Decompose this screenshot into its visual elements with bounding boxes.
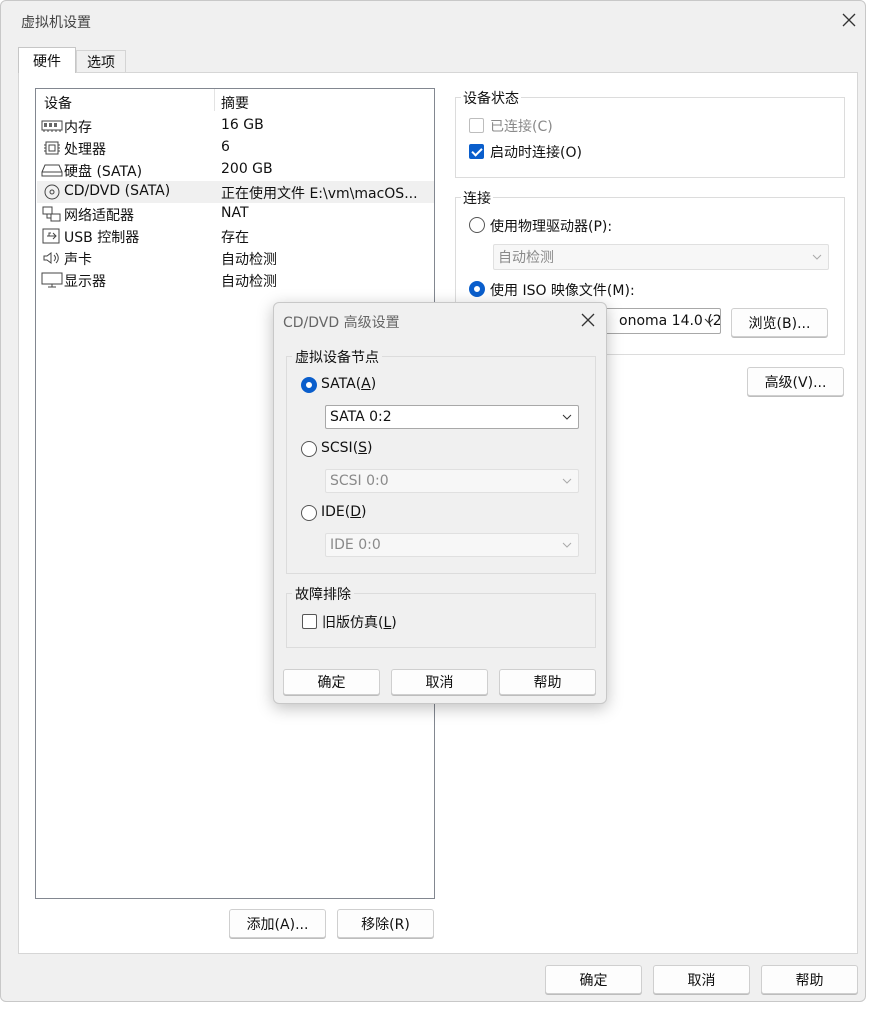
close-icon bbox=[842, 13, 856, 27]
device-summary: 自动检测 bbox=[221, 252, 277, 268]
chevron-down-icon bbox=[562, 542, 572, 548]
device-name: 声卡 bbox=[64, 252, 92, 268]
usb-icon bbox=[42, 228, 60, 244]
device-name: 硬盘 (SATA) bbox=[64, 164, 143, 180]
network-adapter-icon bbox=[42, 206, 61, 222]
device-row-usb-controller[interactable]: USB 控制器 存在 bbox=[37, 225, 434, 247]
ide-label: IDE(D) bbox=[321, 504, 367, 520]
speaker-icon bbox=[43, 252, 59, 264]
connect-on-power-on-label: 启动时连接(O) bbox=[490, 145, 582, 161]
close-icon bbox=[581, 313, 595, 327]
window-title: 虚拟机设置 bbox=[21, 15, 91, 31]
dialog-close-button[interactable] bbox=[570, 305, 606, 335]
iso-image-label: 使用 ISO 映像文件(M): bbox=[490, 283, 635, 299]
browse-button[interactable]: 浏览(B)... bbox=[731, 308, 828, 337]
column-header-device[interactable]: 设备 bbox=[44, 93, 72, 113]
help-button[interactable]: 帮助 bbox=[761, 965, 858, 994]
tab-hardware[interactable]: 硬件 bbox=[18, 47, 76, 73]
window-close-button[interactable] bbox=[831, 5, 867, 35]
connected-label: 已连接(C) bbox=[490, 119, 553, 135]
advanced-button[interactable]: 高级(V)... bbox=[747, 367, 844, 396]
column-header-summary[interactable]: 摘要 bbox=[221, 93, 249, 113]
device-name: CD/DVD (SATA) bbox=[64, 183, 171, 199]
connect-on-power-on-checkbox[interactable] bbox=[469, 144, 484, 159]
physical-drive-value: 自动检测 bbox=[498, 250, 554, 266]
device-name: 处理器 bbox=[64, 142, 106, 158]
device-row-cd-dvd[interactable]: CD/DVD (SATA) 正在使用文件 E:\vm\macOS... bbox=[37, 181, 434, 203]
device-summary: 正在使用文件 E:\vm\macOS... bbox=[221, 186, 418, 202]
device-row-network-adapter[interactable]: 网络适配器 NAT bbox=[37, 203, 434, 225]
device-row-sound-card[interactable]: 声卡 自动检测 bbox=[37, 247, 434, 269]
hard-disk-icon bbox=[41, 164, 63, 177]
processor-icon bbox=[44, 141, 60, 155]
scsi-radio[interactable] bbox=[301, 441, 317, 457]
cd-dvd-advanced-dialog: CD/DVD 高级设置 虚拟设备节点 SATA(A) SATA 0:2 SCSI… bbox=[273, 302, 607, 704]
cancel-button[interactable]: 取消 bbox=[653, 965, 750, 994]
device-row-memory[interactable]: 内存 16 GB bbox=[37, 115, 434, 137]
sata-radio[interactable] bbox=[301, 377, 317, 393]
device-name: 网络适配器 bbox=[64, 208, 134, 224]
iso-image-radio[interactable] bbox=[469, 281, 485, 297]
dialog-cancel-button[interactable]: 取消 bbox=[391, 669, 488, 695]
legacy-emulation-label: 旧版仿真(L) bbox=[322, 615, 397, 631]
troubleshooting-title: 故障排除 bbox=[292, 584, 354, 604]
chevron-down-icon bbox=[812, 254, 822, 260]
column-separator bbox=[214, 89, 215, 111]
device-status-title: 设备状态 bbox=[461, 88, 521, 108]
tab-options-label: 选项 bbox=[87, 55, 115, 71]
scsi-node-value: SCSI 0:0 bbox=[330, 473, 389, 489]
chevron-down-icon bbox=[562, 478, 572, 484]
memory-icon bbox=[41, 120, 63, 132]
tab-options[interactable]: 选项 bbox=[76, 50, 126, 73]
dialog-help-button[interactable]: 帮助 bbox=[499, 669, 596, 695]
device-name: 显示器 bbox=[64, 274, 106, 290]
device-summary: 200 GB bbox=[221, 161, 273, 177]
dialog-title: CD/DVD 高级设置 bbox=[283, 315, 400, 331]
physical-drive-select[interactable]: 自动检测 bbox=[493, 244, 829, 270]
sata-node-select[interactable]: SATA 0:2 bbox=[325, 405, 579, 429]
connected-checkbox[interactable] bbox=[469, 118, 484, 133]
ide-node-select[interactable]: IDE 0:0 bbox=[325, 533, 579, 557]
dialog-ok-button[interactable]: 确定 bbox=[283, 669, 380, 695]
connection-title: 连接 bbox=[461, 188, 493, 208]
add-device-button[interactable]: 添加(A)... bbox=[229, 909, 326, 938]
ok-button[interactable]: 确定 bbox=[545, 965, 642, 994]
virtual-device-node-title: 虚拟设备节点 bbox=[292, 347, 382, 367]
device-summary: 自动检测 bbox=[221, 274, 277, 290]
device-row-processor[interactable]: 处理器 6 bbox=[37, 137, 434, 159]
cd-dvd-icon bbox=[44, 184, 60, 200]
ide-node-value: IDE 0:0 bbox=[330, 537, 381, 553]
sata-label: SATA(A) bbox=[321, 376, 377, 392]
device-summary: 存在 bbox=[221, 230, 249, 246]
sata-node-value: SATA 0:2 bbox=[330, 409, 392, 425]
remove-device-button[interactable]: 移除(R) bbox=[337, 909, 434, 938]
ide-radio[interactable] bbox=[301, 505, 317, 521]
device-status-group bbox=[455, 97, 845, 178]
physical-drive-label: 使用物理驱动器(P): bbox=[490, 219, 613, 235]
device-row-hard-disk[interactable]: 硬盘 (SATA) 200 GB bbox=[37, 159, 434, 181]
display-icon bbox=[41, 272, 63, 288]
device-summary: 16 GB bbox=[221, 117, 264, 133]
legacy-emulation-checkbox[interactable] bbox=[302, 614, 317, 629]
device-summary: 6 bbox=[221, 139, 230, 155]
scsi-node-select[interactable]: SCSI 0:0 bbox=[325, 469, 579, 493]
scsi-label: SCSI(S) bbox=[321, 440, 373, 456]
chevron-down-icon bbox=[704, 318, 714, 324]
device-name: 内存 bbox=[64, 120, 92, 136]
device-summary: NAT bbox=[221, 205, 249, 221]
physical-drive-radio[interactable] bbox=[469, 217, 485, 233]
device-row-display[interactable]: 显示器 自动检测 bbox=[37, 269, 434, 291]
chevron-down-icon bbox=[562, 414, 572, 420]
device-name: USB 控制器 bbox=[64, 230, 140, 246]
tab-hardware-label: 硬件 bbox=[33, 53, 61, 70]
